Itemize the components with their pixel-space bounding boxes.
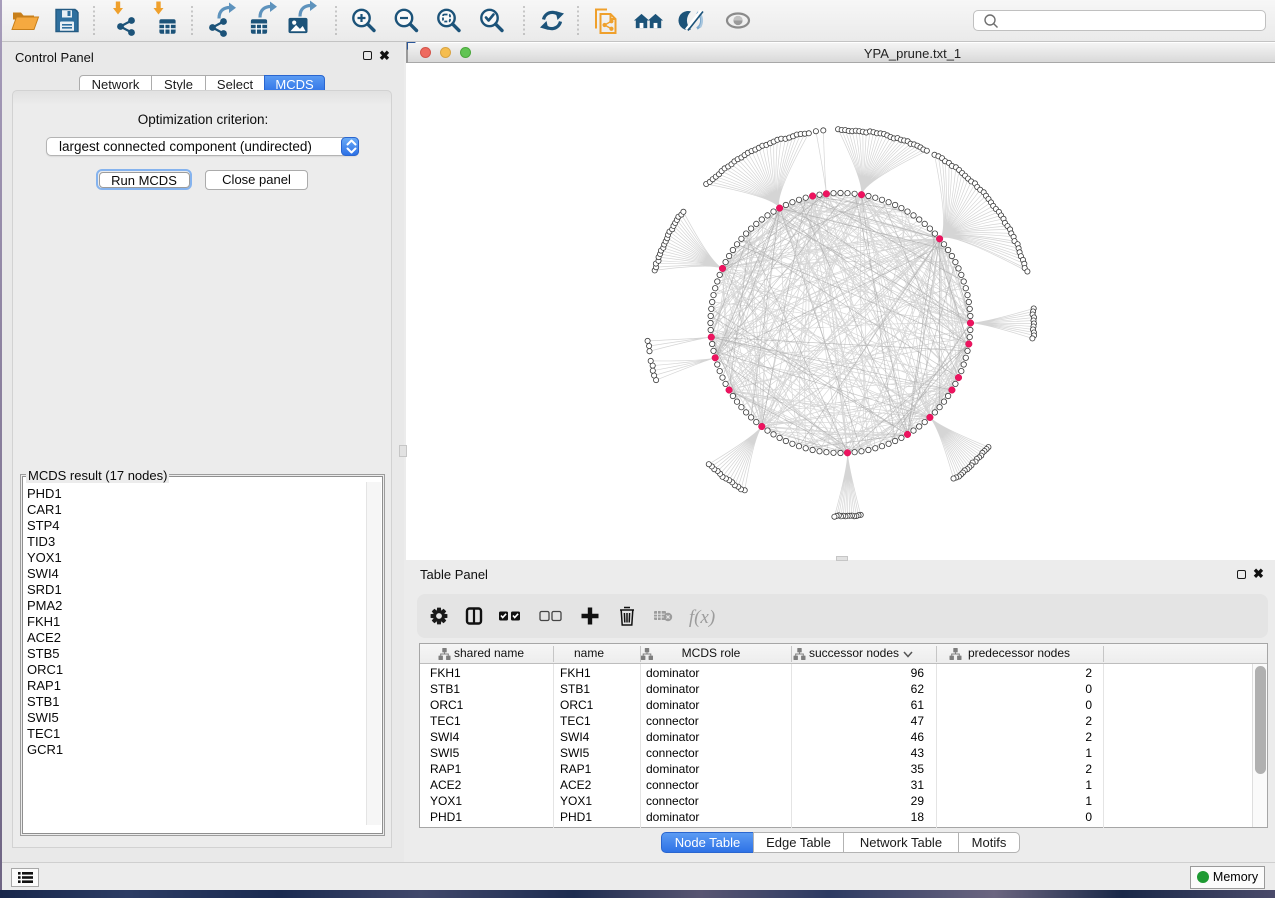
svg-text:f(x): f(x) xyxy=(689,607,715,628)
